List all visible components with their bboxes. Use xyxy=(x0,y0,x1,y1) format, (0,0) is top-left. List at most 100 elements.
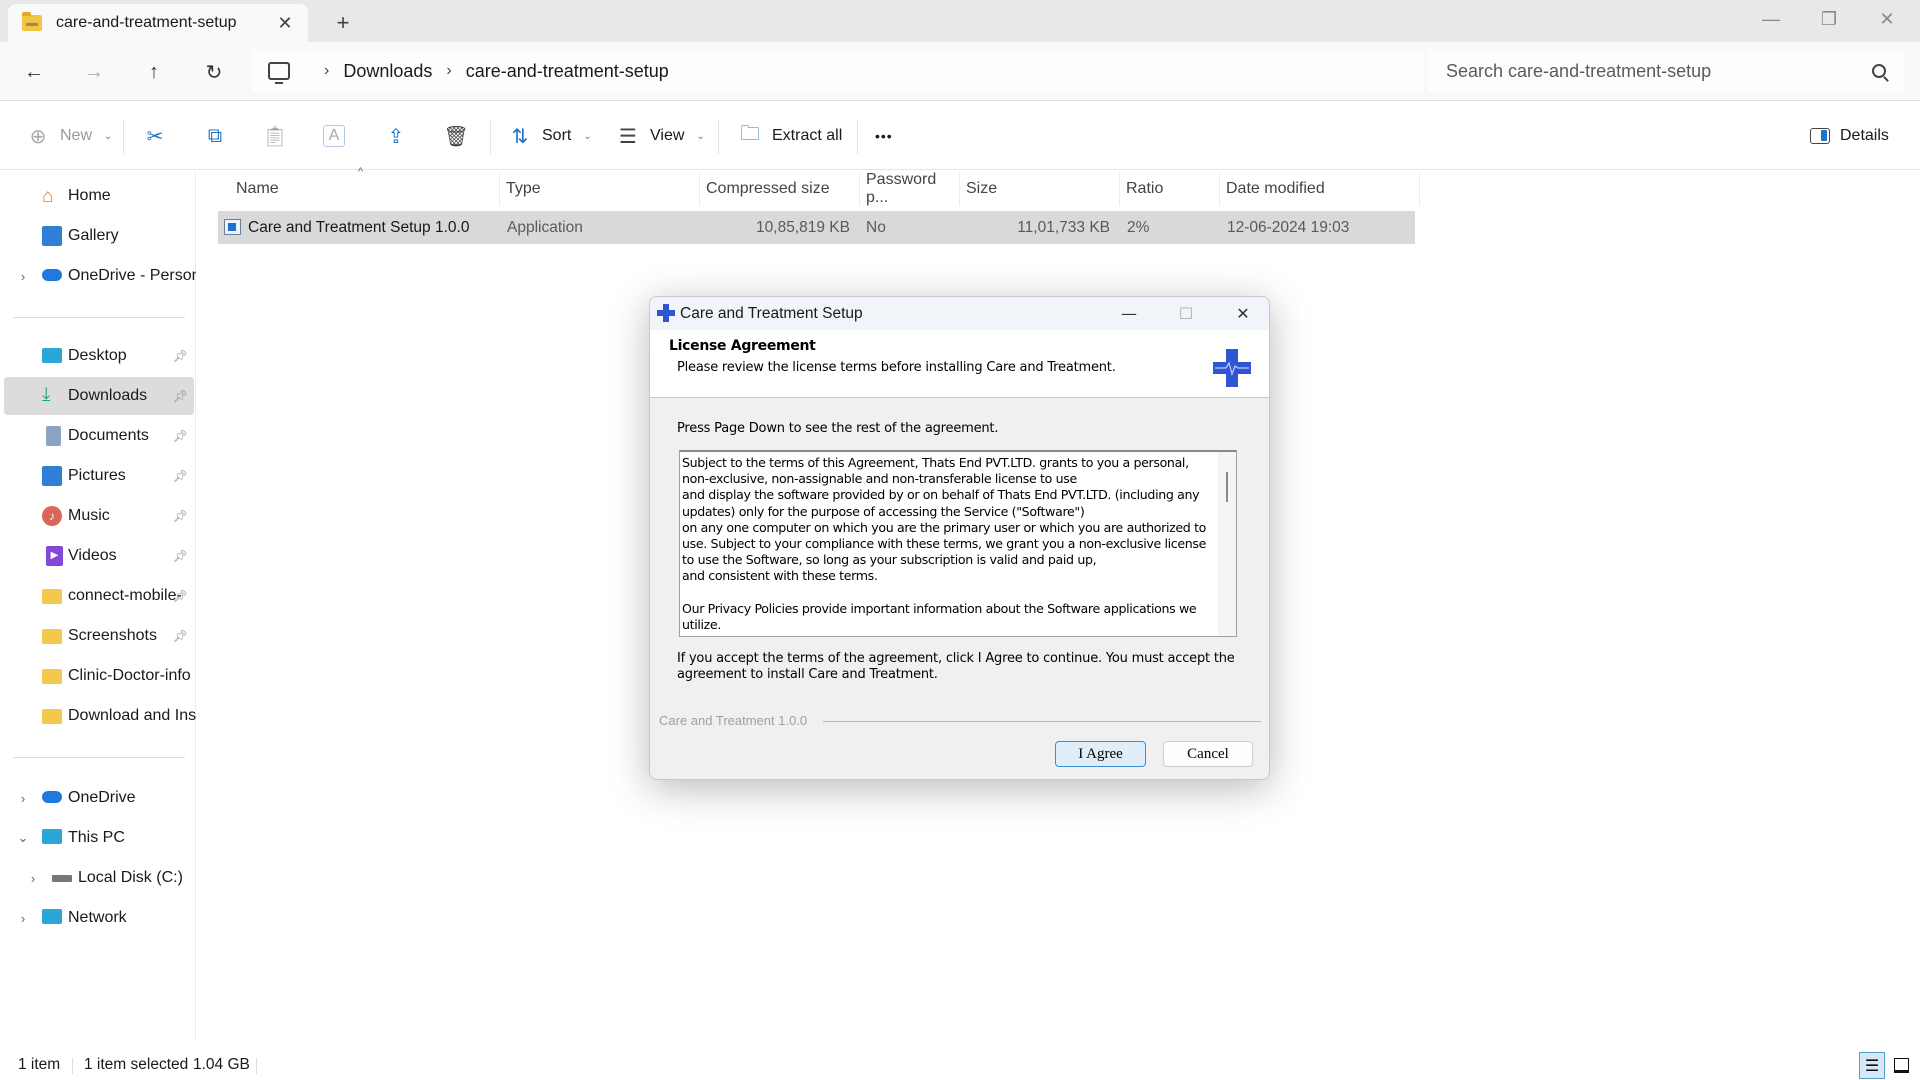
sidebar-item-connect-mobile[interactable]: connect-mobile- 📌︎ xyxy=(4,577,194,615)
dialog-close-button[interactable]: ✕ xyxy=(1220,297,1266,330)
search-icon[interactable] xyxy=(1872,64,1886,78)
dialog-title: Care and Treatment Setup xyxy=(680,304,863,322)
sidebar-item-home[interactable]: ⌂ Home xyxy=(4,177,194,215)
cut-button[interactable]: ✂ xyxy=(143,116,167,156)
share-icon: ⇪ xyxy=(387,125,405,148)
column-header-size[interactable]: Size xyxy=(960,172,1120,206)
dialog-header-subtitle: Please review the license terms before i… xyxy=(677,360,1116,375)
share-button[interactable]: ⇪ xyxy=(384,116,408,156)
chevron-right-icon[interactable]: › xyxy=(16,911,30,926)
column-header-ratio[interactable]: Ratio xyxy=(1120,172,1220,206)
rename-button[interactable]: A xyxy=(323,116,345,156)
chevron-down-icon[interactable]: ⌄ xyxy=(16,830,30,846)
paste-button[interactable]: 📋︎ xyxy=(262,116,287,156)
sidebar-item-music[interactable]: ♪ Music 📌︎ xyxy=(4,497,194,535)
rename-icon: A xyxy=(323,125,345,147)
details-pane-button[interactable]: Details xyxy=(1810,116,1889,156)
i-agree-button[interactable]: I Agree xyxy=(1055,741,1146,767)
details-view-button[interactable]: ☰ xyxy=(1859,1052,1885,1079)
list-view-icon: ☰ xyxy=(1864,1057,1880,1075)
extract-folder-icon: 🗀 xyxy=(740,123,760,145)
sidebar-item-onedrive-personal[interactable]: › OneDrive - Personal xyxy=(4,257,196,295)
sidebar-item-documents[interactable]: Documents 📌︎ xyxy=(4,417,194,455)
new-label: New xyxy=(60,127,93,144)
chevron-right-icon[interactable]: › xyxy=(16,791,30,806)
file-ratio: 2% xyxy=(1127,219,1150,236)
breadcrumb-current-folder[interactable]: care-and-treatment-setup xyxy=(466,61,669,82)
branding-divider xyxy=(823,721,1261,722)
view-button[interactable]: ☰ View ⌄ xyxy=(616,116,705,156)
pin-icon[interactable]: 📌︎ xyxy=(173,589,188,603)
sidebar-item-screenshots[interactable]: Screenshots 📌︎ xyxy=(4,617,194,655)
more-options-button[interactable]: ••• xyxy=(875,116,893,156)
column-header-date-modified[interactable]: Date modified xyxy=(1220,172,1420,206)
pin-icon[interactable]: 📌︎ xyxy=(173,429,188,443)
zip-folder-icon xyxy=(22,12,42,31)
pin-icon[interactable]: 📌︎ xyxy=(173,629,188,643)
new-tab-button[interactable]: + xyxy=(328,8,358,38)
extract-all-button[interactable]: 🗀 Extract all xyxy=(738,116,842,156)
tiles-view-button[interactable] xyxy=(1888,1052,1914,1079)
refresh-button[interactable]: ↻ xyxy=(196,54,232,90)
pictures-icon xyxy=(42,466,62,486)
sidebar-item-gallery[interactable]: Gallery xyxy=(4,217,194,255)
chevron-right-icon[interactable]: › xyxy=(26,871,40,886)
trash-icon: 🗑︎ xyxy=(443,125,469,148)
column-header-name[interactable]: Name xyxy=(230,172,500,206)
search-input[interactable] xyxy=(1446,60,1872,82)
pin-icon[interactable]: 📌︎ xyxy=(173,469,188,483)
gallery-icon xyxy=(42,226,62,246)
sidebar-item-videos[interactable]: ▶ Videos 📌︎ xyxy=(4,537,194,575)
chevron-right-icon[interactable]: › xyxy=(324,62,329,80)
column-header-password-protected[interactable]: Password p... xyxy=(860,171,960,206)
new-button[interactable]: ⊕ New ⌄ xyxy=(26,116,113,156)
minimize-button[interactable]: — xyxy=(1742,0,1800,38)
pin-icon[interactable]: 📌︎ xyxy=(173,389,188,403)
page-down-instruction: Press Page Down to see the rest of the a… xyxy=(677,421,999,436)
back-button[interactable]: ← xyxy=(16,54,52,90)
sidebar-item-onedrive[interactable]: › OneDrive xyxy=(4,779,194,817)
sidebar-item-download-and-install[interactable]: Download and Install xyxy=(4,697,196,735)
chevron-right-icon[interactable]: › xyxy=(16,269,30,284)
search-box[interactable] xyxy=(1428,50,1904,92)
videos-icon: ▶ xyxy=(46,546,63,566)
license-scrollbar[interactable] xyxy=(1218,452,1236,636)
breadcrumb[interactable]: › Downloads › care-and-treatment-setup xyxy=(252,50,1424,92)
close-tab-icon[interactable]: ✕ xyxy=(270,13,300,34)
tab-care-and-treatment-setup[interactable]: care-and-treatment-setup ✕ xyxy=(8,4,308,42)
column-header-type[interactable]: Type xyxy=(500,172,700,206)
this-pc-icon[interactable] xyxy=(268,62,290,84)
close-window-button[interactable]: ✕ xyxy=(1858,0,1916,38)
forward-button[interactable]: → xyxy=(76,54,112,90)
up-button[interactable]: ↑ xyxy=(136,54,172,90)
file-row[interactable]: Care and Treatment Setup 1.0.0 Applicati… xyxy=(218,211,1415,244)
cancel-button[interactable]: Cancel xyxy=(1163,741,1253,767)
breadcrumb-downloads[interactable]: Downloads xyxy=(343,61,432,82)
sidebar-item-network[interactable]: › Network xyxy=(4,899,194,937)
chevron-right-icon[interactable]: › xyxy=(446,62,451,80)
pin-icon[interactable]: 📌︎ xyxy=(173,349,188,363)
dialog-header: License Agreement Please review the lice… xyxy=(650,330,1269,398)
scrollbar-thumb[interactable] xyxy=(1226,472,1228,502)
dialog-maximize-button[interactable]: ☐ xyxy=(1163,297,1209,330)
column-header-compressed-size[interactable]: Compressed size xyxy=(700,172,860,206)
sidebar-item-downloads[interactable]: ⤓ Downloads 📌︎ xyxy=(4,377,194,415)
copy-button[interactable]: ⧉ xyxy=(203,116,227,156)
delete-button[interactable]: 🗑︎ xyxy=(443,116,469,156)
folder-icon xyxy=(42,629,62,644)
dialog-title-bar[interactable]: Care and Treatment Setup — ☐ ✕ xyxy=(650,297,1269,330)
details-pane-icon xyxy=(1810,128,1830,144)
sidebar-item-clinic-doctor-info[interactable]: Clinic-Doctor-info xyxy=(4,657,194,695)
restore-button[interactable]: ❐ xyxy=(1800,0,1858,38)
sidebar-divider xyxy=(13,757,185,758)
dialog-minimize-button[interactable]: — xyxy=(1106,297,1152,330)
details-label: Details xyxy=(1840,127,1889,144)
pin-icon[interactable]: 📌︎ xyxy=(173,509,188,523)
sidebar-item-desktop[interactable]: Desktop 📌︎ xyxy=(4,337,194,375)
license-textarea[interactable]: Subject to the terms of this Agreement, … xyxy=(679,450,1237,637)
sort-button[interactable]: ⇅ Sort ⌄ xyxy=(508,116,592,156)
sidebar-item-pictures[interactable]: Pictures 📌︎ xyxy=(4,457,194,495)
sidebar-item-this-pc[interactable]: ⌄ This PC xyxy=(4,819,194,857)
pin-icon[interactable]: 📌︎ xyxy=(173,549,188,563)
sidebar-item-local-disk-c[interactable]: › Local Disk (C:) xyxy=(4,859,194,897)
